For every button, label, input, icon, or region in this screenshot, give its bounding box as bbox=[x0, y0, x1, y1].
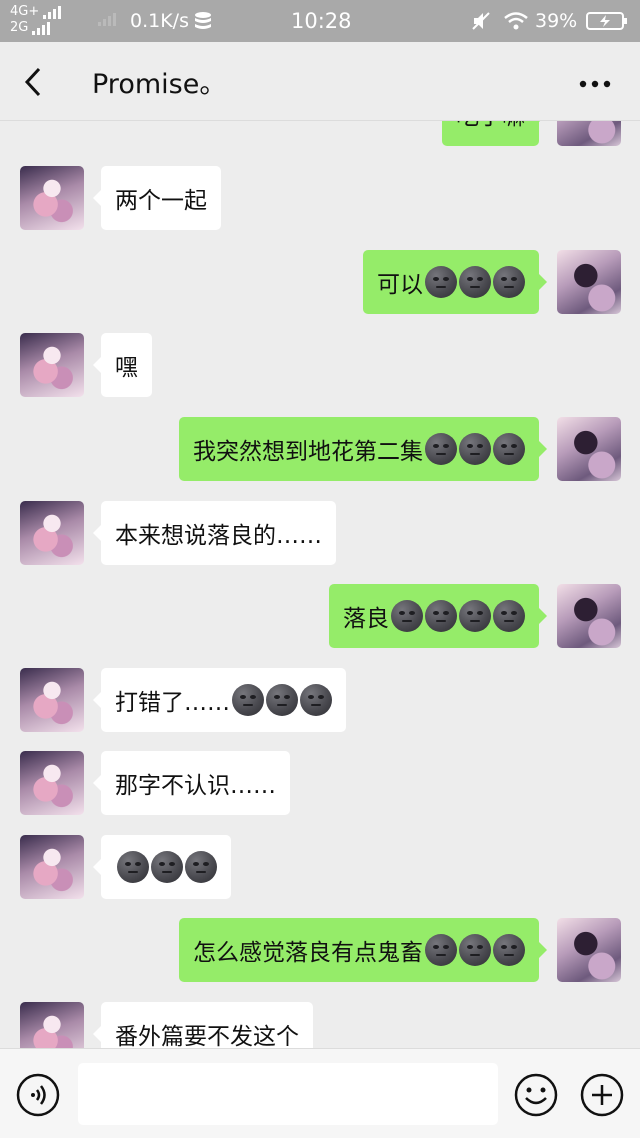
moon-face-emoji-icon bbox=[459, 266, 491, 298]
network-type-bottom: 2G bbox=[10, 20, 29, 35]
emoji-group bbox=[425, 266, 525, 298]
message-text: 两个一起 bbox=[115, 188, 207, 214]
message-text: 吃了嘛 bbox=[456, 120, 525, 131]
avatar[interactable] bbox=[557, 918, 621, 982]
moon-face-emoji-icon bbox=[425, 600, 457, 632]
moon-face-emoji-icon bbox=[459, 600, 491, 632]
message-bubble[interactable]: 打错了…… bbox=[93, 668, 346, 732]
message-bubble[interactable] bbox=[93, 835, 231, 899]
message-bubble[interactable]: 怎么感觉落良有点鬼畜 bbox=[179, 918, 547, 982]
plus-icon[interactable] bbox=[580, 1073, 624, 1121]
back-button[interactable] bbox=[22, 66, 44, 102]
chat-header: Promise。 bbox=[0, 42, 640, 121]
moon-face-emoji-icon bbox=[185, 851, 217, 883]
message-text: 本来想说落良的…… bbox=[115, 523, 322, 549]
signal-icon bbox=[43, 5, 62, 19]
message-text: 怎么感觉落良有点鬼畜 bbox=[193, 940, 423, 966]
battery-percent: 39% bbox=[535, 10, 578, 32]
message-text: 番外篇要不发这个 bbox=[115, 1024, 299, 1048]
avatar[interactable] bbox=[20, 751, 84, 815]
chat-title: Promise。 bbox=[92, 69, 227, 100]
emoji-group bbox=[425, 934, 525, 966]
moon-face-emoji-icon bbox=[459, 433, 491, 465]
smiley-icon[interactable] bbox=[514, 1073, 558, 1121]
more-options-button[interactable] bbox=[578, 74, 612, 93]
message-bubble[interactable]: 本来想说落良的…… bbox=[93, 501, 336, 565]
message-text: 我突然想到地花第二集 bbox=[193, 439, 423, 465]
avatar[interactable] bbox=[20, 1002, 84, 1048]
signal-weak-icon bbox=[98, 13, 116, 26]
moon-face-emoji-icon bbox=[425, 266, 457, 298]
wifi-icon bbox=[503, 11, 529, 35]
avatar[interactable] bbox=[557, 417, 621, 481]
message-text: 那字不认识…… bbox=[115, 773, 276, 799]
moon-face-emoji-icon bbox=[425, 934, 457, 966]
avatar[interactable] bbox=[557, 120, 621, 146]
message-bubble[interactable]: 番外篇要不发这个 bbox=[93, 1002, 313, 1048]
emoji-group bbox=[391, 600, 525, 632]
message-input[interactable] bbox=[78, 1063, 498, 1125]
clock: 10:28 bbox=[291, 9, 352, 33]
avatar[interactable] bbox=[20, 835, 84, 899]
moon-face-emoji-icon bbox=[459, 934, 491, 966]
moon-face-emoji-icon bbox=[300, 684, 332, 716]
message-text: 嘿 bbox=[115, 355, 138, 381]
moon-face-emoji-icon bbox=[232, 684, 264, 716]
message-text: 可以 bbox=[377, 272, 423, 298]
moon-face-emoji-icon bbox=[493, 433, 525, 465]
message-bubble[interactable]: 两个一起 bbox=[93, 166, 221, 230]
emoji-group bbox=[425, 433, 525, 465]
moon-face-emoji-icon bbox=[391, 600, 423, 632]
moon-face-emoji-icon bbox=[117, 851, 149, 883]
avatar[interactable] bbox=[20, 166, 84, 230]
message-bubble[interactable]: 吃了嘛 bbox=[442, 120, 547, 146]
message-bubble[interactable]: 那字不认识…… bbox=[93, 751, 290, 815]
emoji-group bbox=[117, 851, 217, 883]
avatar[interactable] bbox=[557, 250, 621, 314]
avatar[interactable] bbox=[20, 668, 84, 732]
network-speed: 0.1K/s bbox=[130, 10, 189, 32]
data-usage-icon bbox=[193, 11, 213, 35]
signal-icon bbox=[32, 21, 51, 35]
message-text: 落良 bbox=[343, 606, 389, 632]
emoji-group bbox=[232, 684, 332, 716]
status-bar: 4G+ 2G 0.1K/s 10:28 39% bbox=[0, 0, 640, 42]
avatar[interactable] bbox=[20, 333, 84, 397]
avatar[interactable] bbox=[20, 501, 84, 565]
battery-icon bbox=[586, 11, 628, 35]
network-type-top: 4G+ bbox=[10, 4, 40, 19]
network-indicator: 4G+ 2G bbox=[10, 4, 62, 36]
input-bar bbox=[0, 1048, 640, 1138]
moon-face-emoji-icon bbox=[493, 600, 525, 632]
message-bubble[interactable]: 嘿 bbox=[93, 333, 152, 397]
moon-face-emoji-icon bbox=[151, 851, 183, 883]
voice-icon[interactable] bbox=[16, 1073, 60, 1121]
message-list[interactable]: 吃了嘛 两个一起 可以 嘿 我突然想到地花第二集 bbox=[0, 120, 640, 1048]
moon-face-emoji-icon bbox=[425, 433, 457, 465]
message-bubble[interactable]: 我突然想到地花第二集 bbox=[179, 417, 547, 481]
message-bubble[interactable]: 可以 bbox=[363, 250, 547, 314]
message-bubble[interactable]: 落良 bbox=[329, 584, 547, 648]
moon-face-emoji-icon bbox=[493, 934, 525, 966]
moon-face-emoji-icon bbox=[266, 684, 298, 716]
moon-face-emoji-icon bbox=[493, 266, 525, 298]
message-text: 打错了…… bbox=[115, 690, 230, 716]
mute-icon bbox=[470, 10, 492, 36]
avatar[interactable] bbox=[557, 584, 621, 648]
